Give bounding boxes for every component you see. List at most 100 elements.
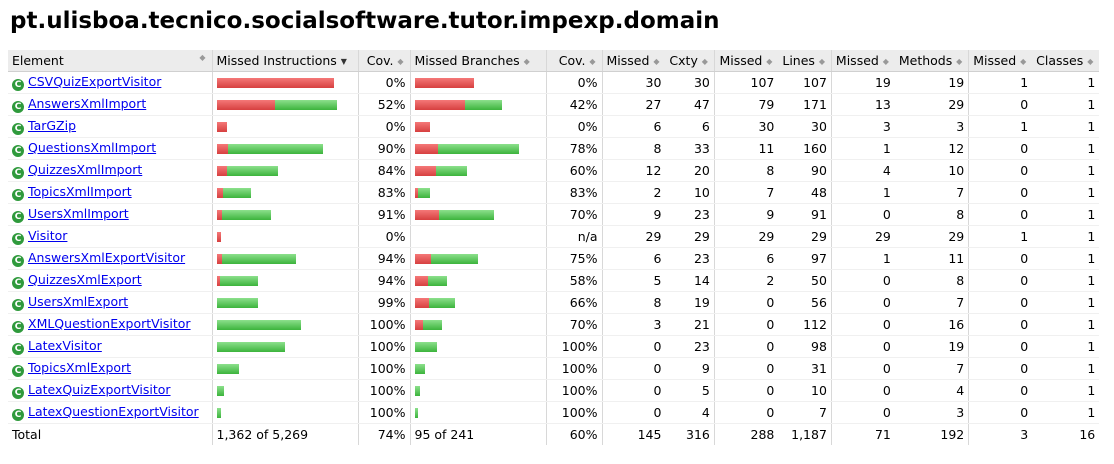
cxty: 6 [665,115,715,138]
col-missed-instructions[interactable]: Missed Instructions ▼ [211,50,358,72]
element-cell: C QuestionsXmlImport [8,137,212,160]
methods: 7 [894,357,969,380]
col-branches-cov[interactable]: Cov. ◆ [545,50,602,72]
covered-bar-segment [427,275,447,286]
class-link[interactable]: AnswersXmlImport [28,96,146,111]
class-link[interactable]: TopicsXmlExport [28,360,131,375]
instructions-bar [216,77,354,88]
lines: 91 [778,203,832,226]
branches-bar [414,77,542,88]
class-link[interactable]: QuestionsXmlImport [28,140,156,155]
col-missed-lines[interactable]: Missed ◆ [713,50,779,72]
class-link[interactable]: LatexVisitor [28,338,102,353]
col-missed-lines-label: Missed [719,53,763,68]
class-c-icon: C [12,321,24,333]
col-missed-cxty[interactable]: Missed ◆ [601,50,666,72]
missed-classes: 1 [968,115,1033,138]
total-missed-methods: 71 [830,423,895,445]
class-link[interactable]: AnswersXmlExportVisitor [28,250,185,265]
col-classes[interactable]: Classes ◆ [1032,50,1100,72]
class-link[interactable]: TopicsXmlImport [28,184,132,199]
class-link[interactable]: QuizzesXmlExport [28,272,142,287]
instructions-bar [216,341,354,352]
col-missed-branches[interactable]: Missed Branches ◆ [409,50,546,72]
col-lines[interactable]: Lines ◆ [778,50,832,72]
methods: 10 [894,159,969,182]
missed-methods: 1 [830,247,895,270]
instructions-cov: 0% [357,225,410,248]
instructions-cov: 90% [357,137,410,160]
col-methods[interactable]: Methods ◆ [894,50,969,72]
branches-cov: 60% [545,159,602,182]
col-cxty[interactable]: Cxty ◆ [665,50,715,72]
class-c-icon: C [12,189,24,201]
missed-lines: 11 [713,137,779,160]
col-instructions-cov[interactable]: Cov. ◆ [357,50,410,72]
branches-cov: 78% [545,137,602,160]
col-element[interactable]: Element ◆ [8,50,212,72]
missed-cxty: 0 [601,357,666,380]
branches-bar [414,297,542,308]
missed-cxty: 6 [601,247,666,270]
element-cell: C TopicsXmlImport [8,181,212,204]
methods: 7 [894,181,969,204]
element-cell: C Visitor [8,225,212,248]
class-link[interactable]: LatexQuestionExportVisitor [28,404,199,419]
col-missed-methods[interactable]: Missed ◆ [830,50,895,72]
covered-bar-segment [216,319,301,330]
branches-cov: 100% [545,335,602,358]
branches-bar-cell [409,401,546,424]
class-c-icon: C [12,79,24,91]
branches-bar [414,319,542,330]
missed-classes: 0 [968,313,1033,336]
branches-cov: 70% [545,203,602,226]
lines: 97 [778,247,832,270]
missed-methods: 19 [830,71,895,94]
class-link[interactable]: Visitor [28,228,67,243]
header-row: Element ◆ Missed Instructions ▼ Cov. ◆ Miss… [8,50,1100,72]
instructions-cov: 100% [357,313,410,336]
lines: 160 [778,137,832,160]
sort-arrows-icon: ◆ [397,57,404,66]
lines: 48 [778,181,832,204]
missed-methods: 0 [830,335,895,358]
missed-bar-segment [414,99,465,110]
covered-bar-segment [438,209,494,220]
instructions-bar [216,187,354,198]
class-link[interactable]: UsersXmlImport [28,206,129,221]
lines: 107 [778,71,832,94]
missed-methods: 0 [830,313,895,336]
missed-cxty: 9 [601,203,666,226]
missed-lines: 107 [713,71,779,94]
class-c-icon: C [12,167,24,179]
missed-methods: 1 [830,137,895,160]
instructions-bar-cell [211,115,358,138]
instructions-cov: 94% [357,269,410,292]
methods: 3 [894,115,969,138]
class-link[interactable]: QuizzesXmlImport [28,162,142,177]
instructions-bar [216,99,354,110]
class-link[interactable]: UsersXmlExport [28,294,128,309]
class-link[interactable]: TarGZip [28,118,76,133]
branches-bar [414,275,542,286]
instructions-bar-cell [211,93,358,116]
covered-bar-segment [464,99,502,110]
col-missed-classes[interactable]: Missed ◆ [968,50,1033,72]
branches-cov: n/a [545,225,602,248]
instructions-bar-cell [211,247,358,270]
instructions-cov: 100% [357,335,410,358]
class-link[interactable]: XMLQuestionExportVisitor [28,316,191,331]
covered-bar-segment [414,407,418,418]
class-link[interactable]: LatexQuizExportVisitor [28,382,171,397]
sort-arrows-icon: ◆ [523,57,530,66]
missed-bar-segment [216,165,227,176]
missed-classes: 0 [968,137,1033,160]
covered-bar-segment [221,253,296,264]
instructions-bar [216,319,354,330]
class-link[interactable]: CSVQuizExportVisitor [28,74,161,89]
missed-lines: 0 [713,313,779,336]
covered-bar-segment [216,407,221,418]
covered-bar-segment [274,99,337,110]
instructions-cov: 0% [357,71,410,94]
methods: 19 [894,71,969,94]
